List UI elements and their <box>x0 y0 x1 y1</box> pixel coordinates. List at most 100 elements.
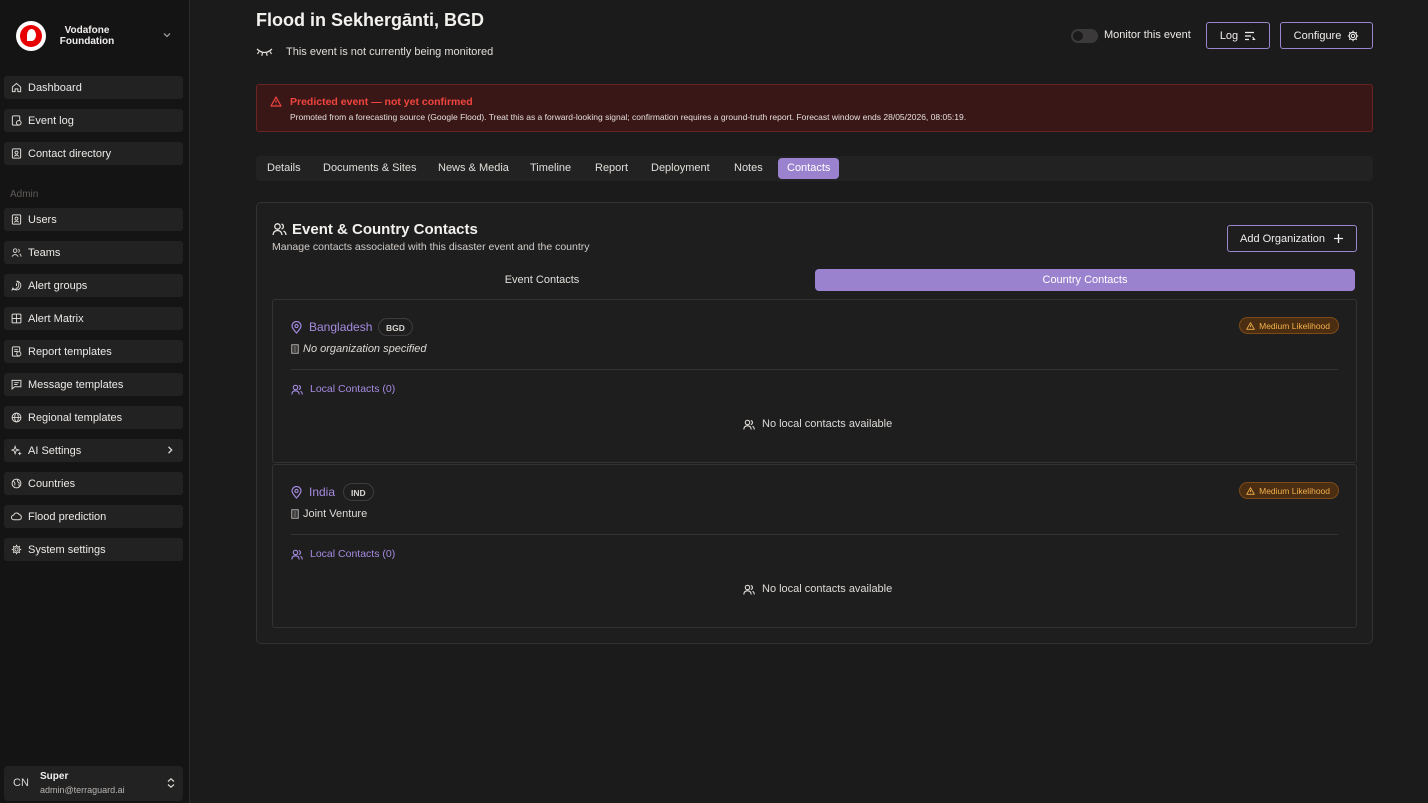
users-icon <box>291 384 303 395</box>
organization-name: Joint Venture <box>303 508 368 520</box>
building-icon <box>291 344 299 354</box>
sidebar-item-users[interactable]: Users <box>4 208 183 231</box>
sparkles-icon <box>11 445 22 456</box>
message-templates-icon <box>11 379 22 390</box>
sidebar-item-label: AI Settings <box>28 444 82 457</box>
users-icon <box>743 584 755 595</box>
likelihood-badge: Medium Likelihood <box>1239 482 1339 499</box>
add-organization-button[interactable]: Add Organization <box>1227 225 1357 252</box>
empty-state-text: No local contacts available <box>762 418 893 430</box>
users-icon <box>11 214 22 225</box>
sidebar-item-alert-groups[interactable]: Alert groups <box>4 274 183 297</box>
contact-directory-icon <box>11 148 22 159</box>
log-button-label: Log <box>1219 29 1239 42</box>
sidebar-item-regional-templates[interactable]: Regional templates <box>4 406 183 429</box>
contacts-subtitle: Manage contacts associated with this dis… <box>272 241 590 253</box>
sidebar-item-label: System settings <box>28 543 106 556</box>
user-email: admin@terraguard.ai <box>40 785 125 795</box>
tab-timeline[interactable]: Timeline <box>521 158 580 179</box>
sidebar-item-label: Teams <box>28 246 61 259</box>
sidebar-item-countries[interactable]: Countries <box>4 472 183 495</box>
monitor-status-text: This event is not currently being monito… <box>286 46 494 58</box>
brand-name: Vodafone Foundation <box>54 25 120 47</box>
sidebar-item-label: Message templates <box>28 378 124 391</box>
brand-switcher[interactable]: Vodafone Foundation <box>16 19 176 53</box>
sidebar-item-label: Event log <box>28 114 74 127</box>
tab-notes[interactable]: Notes <box>725 158 772 179</box>
empty-state: No local contacts available <box>743 583 892 595</box>
sidebar-item-label: Dashboard <box>28 81 82 94</box>
gear-icon <box>11 544 22 555</box>
contacts-title: Event & Country Contacts <box>292 221 478 238</box>
vodafone-logo-icon <box>16 21 46 51</box>
building-icon <box>291 509 299 519</box>
likelihood-badge: Medium Likelihood <box>1239 317 1339 334</box>
tab-details[interactable]: Details <box>258 158 310 179</box>
tab-contacts[interactable]: Contacts <box>778 158 840 179</box>
sidebar-item-flood-prediction[interactable]: Flood prediction <box>4 505 183 528</box>
event-tabs: Details Documents & Sites News & Media T… <box>256 156 1373 181</box>
sidebar-item-contact-directory[interactable]: Contact directory <box>4 142 183 165</box>
sidebar-item-message-templates[interactable]: Message templates <box>4 373 183 396</box>
sidebar-item-report-templates[interactable]: Report templates <box>4 340 183 363</box>
configure-button[interactable]: Configure <box>1280 22 1373 49</box>
users-icon <box>291 549 303 560</box>
alert-text: Promoted from a forecasting source (Goog… <box>290 112 967 122</box>
sidebar-item-label: Alert Matrix <box>28 312 84 325</box>
report-templates-icon <box>11 346 22 357</box>
predicted-event-alert: Predicted event — not yet confirmed Prom… <box>256 84 1373 132</box>
map-pin-icon <box>291 486 302 499</box>
home-icon <box>11 82 22 93</box>
local-contacts-label: Local Contacts (0) <box>310 383 396 395</box>
sidebar-item-label: Regional templates <box>28 411 123 424</box>
divider <box>291 534 1338 535</box>
likelihood-label: Medium Likelihood <box>1259 320 1330 331</box>
sidebar-item-event-log[interactable]: Event log <box>4 109 183 132</box>
tab-report[interactable]: Report <box>586 158 637 179</box>
tab-news-media[interactable]: News & Media <box>429 158 518 179</box>
contacts-subtabs: Event Contacts Country Contacts <box>272 269 1356 291</box>
sidebar-item-ai-settings[interactable]: AI Settings <box>4 439 183 462</box>
monitor-toggle-label: Monitor this event <box>1104 29 1191 41</box>
local-contacts-label: Local Contacts (0) <box>310 548 396 560</box>
user-name: Super <box>40 771 69 782</box>
tab-country-contacts[interactable]: Country Contacts <box>815 269 1355 291</box>
user-menu[interactable]: CN Super admin@terraguard.ai <box>4 766 183 801</box>
users-icon <box>272 222 287 236</box>
avatar: CN <box>13 777 29 789</box>
monitor-status: This event is not currently being monito… <box>256 46 493 58</box>
sidebar-item-label: Users <box>28 213 57 226</box>
monitor-toggle[interactable] <box>1071 29 1098 43</box>
country-card-india: India IND Medium Likelihood Joint Ventur… <box>272 464 1357 628</box>
sidebar-item-alert-matrix[interactable]: Alert Matrix <box>4 307 183 330</box>
countries-icon <box>11 478 22 489</box>
configure-button-label: Configure <box>1293 29 1342 42</box>
empty-state-text: No local contacts available <box>762 583 893 595</box>
local-contacts-toggle[interactable]: Local Contacts (0) <box>291 383 395 395</box>
sidebar-item-label: Flood prediction <box>28 510 107 523</box>
country-name: India <box>309 485 336 499</box>
log-button[interactable]: Log <box>1206 22 1270 49</box>
tab-event-contacts[interactable]: Event Contacts <box>272 269 812 291</box>
sidebar-item-system-settings[interactable]: System settings <box>4 538 183 561</box>
tab-documents-sites[interactable]: Documents & Sites <box>314 158 426 179</box>
sidebar-item-teams[interactable]: Teams <box>4 241 183 264</box>
organization: Joint Venture <box>291 508 367 520</box>
map-pin-icon <box>291 321 302 334</box>
tab-deployment[interactable]: Deployment <box>642 158 719 179</box>
organization: No organization specified <box>291 343 427 355</box>
country-code-badge: BGD <box>378 318 413 336</box>
alert-title: Predicted event — not yet confirmed <box>290 96 473 108</box>
empty-state: No local contacts available <box>743 418 892 430</box>
sidebar-item-dashboard[interactable]: Dashboard <box>4 76 183 99</box>
local-contacts-toggle[interactable]: Local Contacts (0) <box>291 548 395 560</box>
sidebar: Vodafone Foundation Dashboard Event log … <box>0 0 190 803</box>
admin-section-label: Admin <box>10 189 39 200</box>
brand-name-line1: Vodafone <box>64 25 110 36</box>
chevron-down-icon[interactable] <box>162 30 172 40</box>
eye-closed-icon <box>256 47 273 57</box>
plus-icon <box>1333 233 1344 244</box>
divider <box>291 369 1338 370</box>
users-icon <box>743 419 755 430</box>
sidebar-item-label: Contact directory <box>28 147 112 160</box>
